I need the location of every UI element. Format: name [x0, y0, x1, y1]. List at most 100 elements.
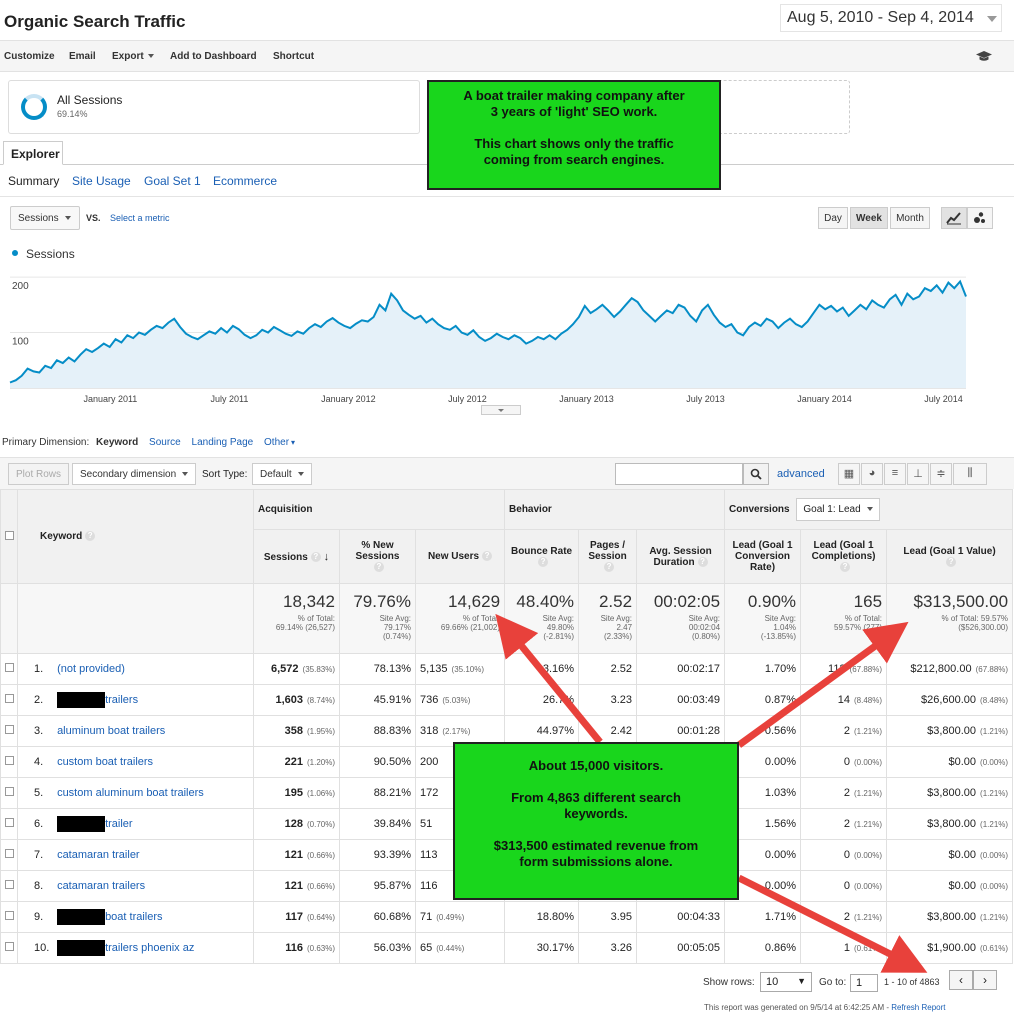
- metric-select[interactable]: Sessions: [10, 206, 80, 230]
- lead-rate-column-header[interactable]: Lead (Goal 1 Conversion Rate): [724, 529, 802, 584]
- help-icon[interactable]: ?: [85, 531, 96, 542]
- row-checkbox-cell[interactable]: [0, 901, 18, 933]
- row-checkbox-cell[interactable]: [0, 715, 18, 747]
- row-checkbox[interactable]: [5, 787, 14, 796]
- row-checkbox[interactable]: [5, 818, 14, 827]
- line-chart-button[interactable]: [941, 207, 967, 229]
- lead-value-column-header[interactable]: Lead (Goal 1 Value)?: [886, 529, 1014, 584]
- motion-chart-button[interactable]: [967, 207, 993, 229]
- add-to-dashboard-button[interactable]: Add to Dashboard: [170, 51, 257, 62]
- show-rows-select[interactable]: 10 ▼: [760, 972, 812, 992]
- keyword-link[interactable]: aluminum boat trailers: [57, 725, 165, 737]
- row-checkbox-cell[interactable]: [0, 839, 18, 871]
- row-checkbox-cell[interactable]: [0, 808, 18, 840]
- help-icon[interactable]: ?: [374, 562, 384, 573]
- graduation-cap-icon[interactable]: [976, 50, 992, 62]
- subtab-site-usage[interactable]: Site Usage: [72, 174, 131, 188]
- help-icon[interactable]: ?: [604, 562, 615, 573]
- keyword-link[interactable]: trailers phoenix az: [105, 942, 194, 954]
- row-checkbox-cell[interactable]: [0, 653, 18, 685]
- customize-button[interactable]: Customize: [4, 51, 55, 62]
- goal-select[interactable]: Goal 1: Lead: [796, 498, 880, 521]
- keyword-link[interactable]: custom aluminum boat trailers: [57, 787, 204, 799]
- keyword-link[interactable]: catamaran trailers: [57, 880, 145, 892]
- bounce-rate-column-header[interactable]: Bounce Rate?: [504, 529, 580, 584]
- tab-explorer[interactable]: Explorer: [3, 141, 63, 165]
- keyword-link[interactable]: trailers: [105, 694, 138, 706]
- dimension-keyword[interactable]: Keyword: [96, 437, 138, 448]
- pages-session-column-header[interactable]: Pages / Session?: [578, 529, 638, 584]
- row-checkbox[interactable]: [5, 880, 14, 889]
- day-button[interactable]: Day: [818, 207, 848, 229]
- pages-cell: 2.52: [578, 653, 638, 685]
- help-icon[interactable]: ?: [310, 551, 321, 562]
- keyword-link[interactable]: (not provided): [57, 663, 125, 675]
- row-checkbox[interactable]: [5, 725, 14, 734]
- export-button[interactable]: Export: [112, 51, 155, 62]
- plot-rows-button[interactable]: Plot Rows: [8, 463, 70, 485]
- view-term-cloud-button[interactable]: ≑: [930, 463, 952, 485]
- keyword-link[interactable]: custom boat trailers: [57, 756, 153, 768]
- month-button[interactable]: Month: [890, 207, 930, 229]
- sessions-chart[interactable]: 200 100 January 2011 July 2011 January 2012…: [0, 262, 1014, 414]
- email-button[interactable]: Email: [69, 51, 96, 62]
- row-checkbox[interactable]: [5, 756, 14, 765]
- chart-collapse-handle[interactable]: [481, 405, 521, 415]
- shortcut-button[interactable]: Shortcut: [273, 51, 314, 62]
- row-checkbox[interactable]: [5, 849, 14, 858]
- select-all-cell[interactable]: [0, 489, 18, 584]
- sessions-column-header[interactable]: Sessions? ↓: [253, 529, 340, 584]
- subtab-ecommerce[interactable]: Ecommerce: [213, 174, 277, 188]
- keyword-column-header[interactable]: Keyword?: [17, 489, 254, 584]
- dimension-other[interactable]: Other: [264, 437, 289, 448]
- help-icon[interactable]: ?: [538, 556, 549, 567]
- advanced-filter-link[interactable]: advanced: [777, 468, 825, 480]
- help-icon[interactable]: ?: [840, 562, 851, 573]
- secondary-dimension-select[interactable]: Secondary dimension: [72, 463, 197, 485]
- prev-page-button[interactable]: ‹: [949, 970, 973, 990]
- search-button[interactable]: [743, 463, 769, 485]
- view-pivot-button[interactable]: ⫼: [953, 463, 987, 485]
- week-button[interactable]: Week: [850, 207, 888, 229]
- help-icon[interactable]: ?: [482, 551, 493, 562]
- subtab-summary[interactable]: Summary: [8, 174, 59, 188]
- keyword-link[interactable]: trailer: [105, 818, 133, 830]
- date-range-picker[interactable]: Aug 5, 2010 - Sep 4, 2014: [780, 4, 1002, 32]
- table-row[interactable]: 10. trailers phoenix az 116 (0.63%) 56.03% 6…: [0, 932, 1014, 964]
- next-page-button[interactable]: ›: [973, 970, 997, 990]
- help-icon[interactable]: ?: [697, 556, 708, 567]
- row-checkbox[interactable]: [5, 911, 14, 920]
- table-row[interactable]: 2. trailers 1,603 (8.74%) 45.91% 736 (5.03%) 2…: [0, 684, 1014, 716]
- view-comparison-button[interactable]: ⊥: [907, 463, 929, 485]
- table-row[interactable]: 9. boat trailers 117 (0.64%) 60.68% 71 (0.49%…: [0, 901, 1014, 933]
- table-row[interactable]: 1. (not provided) 6,572 (35.83%) 78.13% 5,13…: [0, 653, 1014, 685]
- row-checkbox-cell[interactable]: [0, 684, 18, 716]
- view-data-table-button[interactable]: ▦: [838, 463, 860, 485]
- row-checkbox-cell[interactable]: [0, 932, 18, 964]
- row-checkbox-cell[interactable]: [0, 777, 18, 809]
- view-performance-button[interactable]: ≡: [884, 463, 906, 485]
- dimension-landing-page[interactable]: Landing Page: [192, 437, 254, 448]
- keyword-link[interactable]: boat trailers: [105, 911, 162, 923]
- select-all-checkbox[interactable]: [5, 530, 14, 540]
- help-icon[interactable]: ?: [946, 556, 957, 567]
- lead-completions-column-header[interactable]: Lead (Goal 1 Completions)?: [800, 529, 888, 584]
- refresh-report-link[interactable]: Refresh Report: [891, 1003, 945, 1012]
- table-search-input[interactable]: [615, 463, 743, 485]
- sort-type-select[interactable]: Default: [252, 463, 312, 485]
- row-checkbox-cell[interactable]: [0, 870, 18, 902]
- keyword-link[interactable]: catamaran trailer: [57, 849, 140, 861]
- new-users-column-header[interactable]: New Users?: [414, 529, 506, 584]
- avg-duration-column-header[interactable]: Avg. Session Duration?: [636, 529, 726, 584]
- pct-new-sessions-column-header[interactable]: % New Sessions?: [339, 529, 416, 584]
- row-checkbox[interactable]: [5, 694, 14, 703]
- row-checkbox[interactable]: [5, 663, 14, 672]
- view-percentage-button[interactable]: ◕: [861, 463, 883, 485]
- row-checkbox-cell[interactable]: [0, 746, 18, 778]
- subtab-goal-set-1[interactable]: Goal Set 1: [144, 174, 201, 188]
- dimension-source[interactable]: Source: [149, 437, 181, 448]
- select-metric-link[interactable]: Select a metric: [110, 213, 170, 223]
- segment-card[interactable]: All Sessions 69.14%: [8, 80, 420, 134]
- goto-input[interactable]: 1: [850, 974, 878, 992]
- row-checkbox[interactable]: [5, 942, 14, 951]
